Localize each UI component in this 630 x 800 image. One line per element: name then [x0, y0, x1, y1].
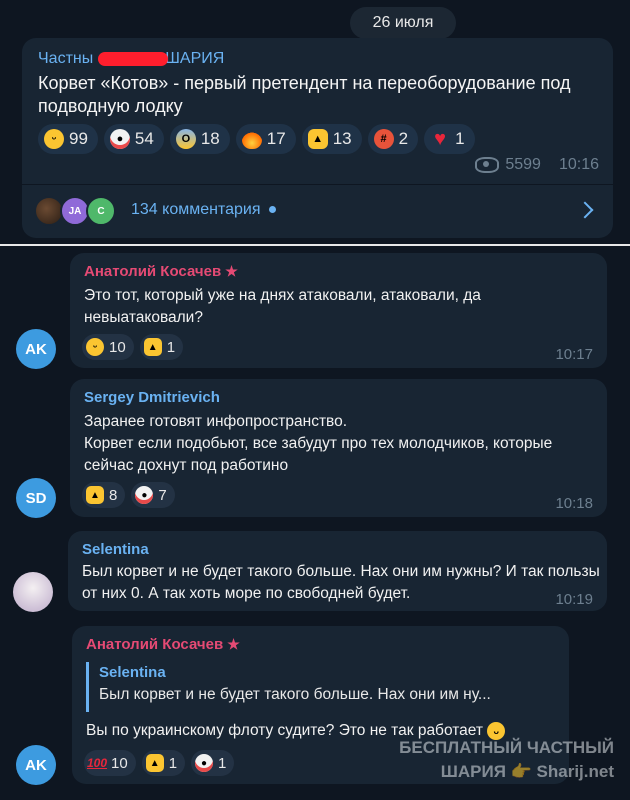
redaction-mark	[98, 52, 168, 66]
post-time: 10:16	[558, 156, 599, 173]
comment-text: Заранее готовят инфопространство. Корвет…	[84, 413, 553, 474]
reaction-cursing[interactable]: # 2	[367, 124, 419, 154]
clown-emoji-icon: ●	[109, 129, 130, 149]
reaction-heart[interactable]: ♥ 1	[424, 124, 475, 154]
comment-time: 10:17	[555, 346, 593, 363]
clown-emoji-icon: ●	[135, 486, 154, 504]
post-text: Корвет «Котов» - первый претендент на пе…	[38, 73, 571, 116]
reply-text: Был корвет и не будет такого больше. Нах…	[99, 686, 491, 703]
comments-label: 134 комментария	[131, 201, 276, 219]
chevron-right-icon	[576, 201, 594, 219]
comment-reactions: ▲ 8 ● 7	[82, 482, 175, 508]
reaction-thumbs-up[interactable]: ▲ 8	[82, 482, 126, 508]
reaction-thumbs-up[interactable]: ▲ 1	[139, 334, 184, 360]
heart-emoji-icon: ♥	[434, 127, 447, 150]
avatar[interactable]: SD	[16, 478, 56, 518]
post-meta: 5599 10:16	[475, 156, 599, 174]
reaction-clown[interactable]: ● 54	[103, 124, 164, 154]
reply-author: Selentina	[99, 664, 166, 681]
date-label: 26 июля	[372, 14, 434, 31]
comment-message: Selentina Был корвет и не будет такого б…	[68, 531, 607, 611]
comment-time: 10:19	[555, 591, 593, 608]
reaction-grin[interactable]: ᵕ 10	[82, 334, 134, 360]
clown-emoji-icon: ●	[195, 754, 214, 772]
reaction-clown[interactable]: ● 1	[191, 750, 235, 776]
comment-text: Был корвет и не будет такого больше. Нах…	[82, 563, 600, 602]
discussion-start-divider	[0, 244, 630, 246]
star-icon: ★	[225, 263, 238, 279]
unread-dot	[268, 206, 276, 214]
views-count: 5599	[505, 156, 541, 173]
reaction-grin[interactable]: ᵕ 99	[38, 124, 98, 154]
comment-time: 10:18	[555, 495, 593, 512]
avatar[interactable]	[13, 572, 53, 612]
comment-author[interactable]: Анатолий Косачев ★	[84, 263, 238, 280]
comment-message: Анатолий Косачев ★ Это тот, который уже н…	[70, 253, 607, 368]
reaction-thumbs-up[interactable]: ▲ 1	[141, 750, 186, 776]
thumbs-up-emoji-icon: ▲	[145, 754, 164, 772]
commenter-avatar-c: C	[86, 196, 116, 226]
comment-reactions: ᵕ 10 ▲ 1	[82, 334, 184, 360]
reaction-fire[interactable]: 17	[235, 124, 296, 154]
watermark: БЕСПЛАТНЫЙ ЧАСТНЫЙ ШАРИЯ 👉 Sharij.net	[399, 738, 614, 781]
comment-message: Sergey Dmitrievich Заранее готовят инфоп…	[70, 379, 607, 517]
comment-author[interactable]: Selentina	[82, 541, 149, 558]
post-reactions: ᵕ 99 ● 54 O 18 17 ▲ 13 # 2 ♥ 1	[38, 124, 475, 154]
avatar[interactable]: AK	[16, 329, 56, 369]
channel-post: Частны ШАРИЯ Корвет «Котов» - первый прет…	[22, 38, 613, 238]
reaction-clown[interactable]: ● 7	[131, 482, 175, 508]
avatar[interactable]: AK	[16, 745, 56, 785]
fire-emoji-icon	[241, 129, 262, 149]
thumbs-up-emoji-icon: ▲	[86, 486, 104, 504]
comments-button[interactable]: JA C 134 комментария	[22, 185, 613, 238]
grin-emoji-icon: ᵕ	[86, 338, 104, 356]
comment-author[interactable]: Sergey Dmitrievich	[84, 389, 220, 406]
star-icon: ★	[227, 636, 240, 652]
reaction-100[interactable]: 100 10	[84, 750, 136, 776]
grin-emoji-icon: ᵕ	[44, 129, 64, 149]
cursing-emoji-icon: #	[373, 129, 394, 149]
reaction-scream[interactable]: O 18	[169, 124, 230, 154]
commenter-avatars: JA C	[34, 196, 124, 226]
date-separator: 26 июля	[350, 7, 456, 39]
reply-quote[interactable]: Selentina Был корвет и не будет такого б…	[86, 662, 546, 712]
comment-text: Это тот, который уже на днях атаковали, …	[84, 287, 481, 326]
eye-icon	[475, 157, 500, 173]
comment-author[interactable]: Анатолий Косачев ★	[86, 636, 240, 653]
comment-reactions: 100 10 ▲ 1 ● 1	[84, 750, 235, 776]
scream-emoji-icon: O	[175, 129, 196, 149]
hundred-emoji-icon: 100	[86, 756, 108, 770]
thumbs-up-emoji-icon: ▲	[143, 338, 162, 356]
reaction-thumbs-up[interactable]: ▲ 13	[301, 124, 362, 154]
thumbs-up-emoji-icon: ▲	[307, 129, 328, 149]
